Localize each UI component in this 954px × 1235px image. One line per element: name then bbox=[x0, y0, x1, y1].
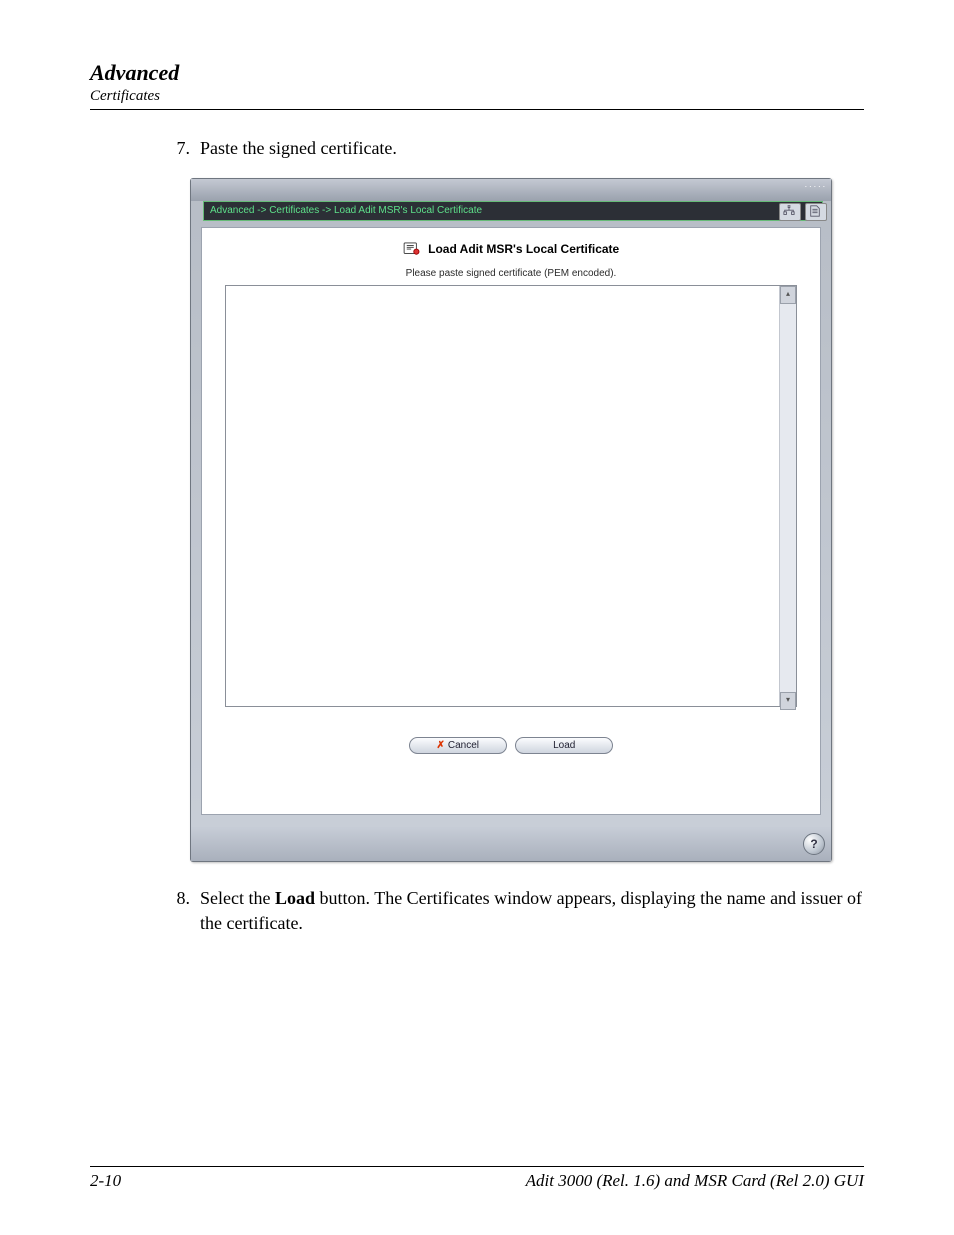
doc-title: Adit 3000 (Rel. 1.6) and MSR Card (Rel 2… bbox=[526, 1171, 864, 1191]
certificate-textarea-wrap: ▴ ▾ bbox=[225, 285, 797, 707]
header-subtitle: Certificates bbox=[90, 88, 864, 105]
step-8: 8. Select the Load button. The Certifica… bbox=[162, 886, 864, 935]
cancel-label: Cancel bbox=[448, 740, 479, 751]
step-text: Select the Load button. The Certificates… bbox=[200, 886, 864, 935]
help-icon[interactable]: ? bbox=[803, 833, 825, 855]
screenshot-panel: ∙∙∙∙∙ Advanced -> Certificates -> Load A… bbox=[190, 178, 832, 862]
panel-title: Load Adit MSR's Local Certificate bbox=[212, 242, 810, 256]
sitemap-icon[interactable] bbox=[779, 203, 801, 221]
titlebar-grip-icon: ∙∙∙∙∙ bbox=[804, 181, 827, 191]
screenshot-footer: ? bbox=[191, 827, 831, 861]
scroll-down-icon[interactable]: ▾ bbox=[780, 692, 796, 710]
header-title: Advanced bbox=[90, 60, 864, 86]
breadcrumb[interactable]: Advanced -> Certificates -> Load Adit MS… bbox=[203, 201, 823, 221]
load-button[interactable]: Load bbox=[515, 737, 613, 754]
cancel-button[interactable]: ✗Cancel bbox=[409, 737, 507, 754]
scroll-up-icon[interactable]: ▴ bbox=[780, 286, 796, 304]
cancel-x-icon: ✗ bbox=[437, 740, 445, 751]
screenshot-titlebar: ∙∙∙∙∙ bbox=[191, 179, 831, 201]
panel-title-text: Load Adit MSR's Local Certificate bbox=[428, 242, 619, 256]
step-text: Paste the signed certificate. bbox=[200, 136, 864, 160]
header-rule bbox=[90, 109, 864, 110]
step-number: 8. bbox=[162, 886, 190, 935]
button-row: ✗Cancel Load bbox=[212, 735, 810, 754]
panel-body: Load Adit MSR's Local Certificate Please… bbox=[201, 227, 821, 815]
document-icon[interactable] bbox=[805, 203, 827, 221]
footer-rule bbox=[90, 1166, 864, 1167]
certificate-textarea[interactable] bbox=[226, 286, 796, 706]
toolbar-icons bbox=[775, 201, 831, 221]
page-number: 2-10 bbox=[90, 1171, 121, 1191]
panel-instruction: Please paste signed certificate (PEM enc… bbox=[212, 268, 810, 279]
page-footer: 2-10 Adit 3000 (Rel. 1.6) and MSR Card (… bbox=[90, 1166, 864, 1191]
load-label: Load bbox=[553, 740, 575, 751]
certificate-icon bbox=[403, 242, 421, 256]
step-7: 7. Paste the signed certificate. bbox=[162, 136, 864, 160]
step-number: 7. bbox=[162, 136, 190, 160]
scrollbar[interactable]: ▴ ▾ bbox=[779, 286, 796, 706]
